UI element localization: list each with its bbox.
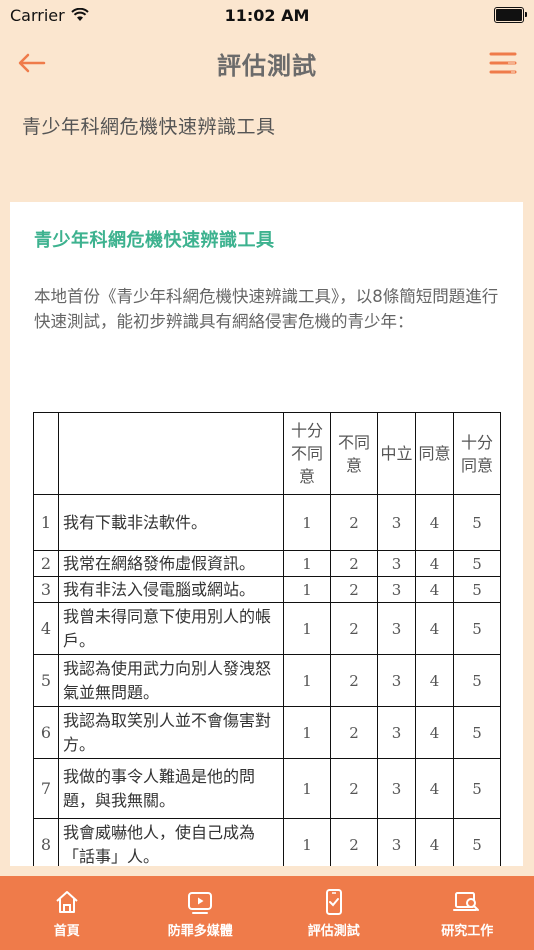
row-score-option[interactable]: 1: [283, 758, 331, 819]
row-score-option[interactable]: 3: [377, 602, 416, 655]
menu-button[interactable]: [488, 48, 518, 78]
row-question: 我有下載非法軟件。: [58, 494, 284, 551]
status-time: 11:02 AM: [224, 5, 310, 25]
tab-home[interactable]: 首頁: [0, 876, 134, 950]
screen: Carrier 11:02 AM 評估測試 青少年科網危機快速辨識工具 青少年科…: [0, 0, 534, 950]
table-row: 5 我認為使用武力向別人發洩怒氣並無問題。 1 2 3 4 5: [33, 654, 501, 707]
page-title: 評估測試: [217, 51, 317, 80]
table-row: 1 我有下載非法軟件。 1 2 3 4 5: [33, 494, 501, 551]
arrow-left-icon: [18, 53, 46, 73]
table-row: 7 我做的事令人難過是他的問題，與我無關。 1 2 3 4 5: [33, 758, 501, 819]
row-score-option[interactable]: 4: [415, 654, 454, 707]
table-header-question: [58, 412, 284, 495]
row-score-option[interactable]: 3: [377, 758, 416, 819]
row-score-option[interactable]: 4: [415, 758, 454, 819]
row-score-option[interactable]: 5: [453, 706, 501, 759]
row-score-option[interactable]: 3: [377, 550, 416, 577]
row-score-option[interactable]: 3: [377, 494, 416, 551]
card-intro: 本地首份《青少年科網危機快速辨識工具》，以8條簡短問題進行快速測試，能初步辨識具…: [34, 287, 499, 331]
checklist-phone-icon: [325, 889, 342, 915]
card-title: 青少年科網危機快速辨識工具: [34, 230, 275, 251]
row-score-option[interactable]: 2: [330, 576, 378, 603]
table-row: 3 我有非法入侵電腦或網站。 1 2 3 4 5: [33, 576, 501, 603]
row-number: 6: [33, 706, 59, 759]
row-score-option[interactable]: 2: [330, 550, 378, 577]
row-number: 8: [33, 818, 59, 866]
table-row: 8 我會威嚇他人，使自己成為「話事」人。 1 2 3 4 5: [33, 818, 501, 866]
tab-label: 研究工作: [441, 924, 494, 939]
table-header-col: 十分 不同 意: [283, 412, 331, 495]
tab-bar: 首頁 防罪多媒體 評估測試 研究工作: [0, 876, 534, 950]
row-score-option[interactable]: 5: [453, 550, 501, 577]
tab-label: 首頁: [53, 924, 80, 939]
row-score-option[interactable]: 4: [415, 576, 454, 603]
row-question: 我做的事令人難過是他的問題，與我無關。: [58, 758, 284, 819]
table-header-col: 中立: [377, 412, 416, 495]
row-question: 我認為取笑別人並不會傷害對方。: [58, 706, 284, 759]
row-question: 我有非法入侵電腦或網站。: [58, 576, 284, 603]
row-score-option[interactable]: 1: [283, 494, 331, 551]
row-number: 4: [33, 602, 59, 655]
row-score-option[interactable]: 1: [283, 550, 331, 577]
row-score-option[interactable]: 1: [283, 706, 331, 759]
row-score-option[interactable]: 3: [377, 654, 416, 707]
row-score-option[interactable]: 3: [377, 818, 416, 866]
table-row: 6 我認為取笑別人並不會傷害對方。 1 2 3 4 5: [33, 706, 501, 759]
menu-icon: [489, 52, 517, 74]
row-score-option[interactable]: 2: [330, 706, 378, 759]
row-number: 5: [33, 654, 59, 707]
tab-research[interactable]: 研究工作: [401, 876, 534, 950]
row-score-option[interactable]: 2: [330, 818, 378, 866]
row-score-option[interactable]: 5: [453, 818, 501, 866]
row-score-option[interactable]: 2: [330, 654, 378, 707]
row-number: 7: [33, 758, 59, 819]
table-header-col: 不同 意: [330, 412, 378, 495]
row-score-option[interactable]: 5: [453, 494, 501, 551]
row-score-option[interactable]: 1: [283, 654, 331, 707]
row-score-option[interactable]: 2: [330, 494, 378, 551]
row-score-option[interactable]: 4: [415, 706, 454, 759]
row-number: 1: [33, 494, 59, 551]
row-score-option[interactable]: 5: [453, 602, 501, 655]
row-score-option[interactable]: 1: [283, 818, 331, 866]
nav-bar: 評估測試: [0, 32, 534, 94]
row-score-option[interactable]: 3: [377, 576, 416, 603]
tab-label: 防罪多媒體: [167, 924, 233, 939]
section-subtitle: 青少年科網危機快速辨識工具: [22, 116, 276, 138]
home-icon: [56, 891, 78, 913]
row-number: 3: [33, 576, 59, 603]
status-bar: Carrier 11:02 AM: [0, 0, 534, 30]
table-header-col: 同意: [415, 412, 454, 495]
row-score-option[interactable]: 4: [415, 602, 454, 655]
row-question: 我會威嚇他人，使自己成為「話事」人。: [58, 818, 284, 866]
row-score-option[interactable]: 5: [453, 576, 501, 603]
research-icon: [453, 892, 480, 911]
tab-multimedia[interactable]: 防罪多媒體: [134, 876, 268, 950]
row-score-option[interactable]: 5: [453, 758, 501, 819]
row-question: 我認為使用武力向別人發洩怒氣並無問題。: [58, 654, 284, 707]
tab-assessment[interactable]: 評估測試: [267, 876, 401, 950]
content-card: 青少年科網危機快速辨識工具 本地首份《青少年科網危機快速辨識工具》，以8條簡短問…: [10, 202, 523, 866]
survey-table: 十分 不同 意 不同 意 中立 同意 十分 同意 1 我有下載非法軟件。 1 2 3 4 5…: [33, 412, 501, 866]
row-score-option[interactable]: 3: [377, 706, 416, 759]
row-score-option[interactable]: 1: [283, 576, 331, 603]
row-number: 2: [33, 550, 59, 577]
row-score-option[interactable]: 4: [415, 494, 454, 551]
row-score-option[interactable]: 5: [453, 654, 501, 707]
table-header-num: [33, 412, 59, 495]
row-score-option[interactable]: 2: [330, 758, 378, 819]
table-row: 2 我常在網絡發佈虛假資訊。 1 2 3 4 5: [33, 550, 501, 577]
table-row: 4 我曾未得同意下使用別人的帳戶。 1 2 3 4 5: [33, 602, 501, 655]
video-icon: [188, 892, 213, 914]
row-score-option[interactable]: 2: [330, 602, 378, 655]
row-score-option[interactable]: 1: [283, 602, 331, 655]
row-question: 我曾未得同意下使用別人的帳戶。: [58, 602, 284, 655]
tab-label: 評估測試: [307, 924, 360, 939]
back-button[interactable]: [18, 50, 52, 76]
row-score-option[interactable]: 4: [415, 550, 454, 577]
table-header-col: 十分 同意: [453, 412, 501, 495]
battery-icon: [494, 7, 527, 23]
row-question: 我常在網絡發佈虛假資訊。: [58, 550, 284, 577]
row-score-option[interactable]: 4: [415, 818, 454, 866]
